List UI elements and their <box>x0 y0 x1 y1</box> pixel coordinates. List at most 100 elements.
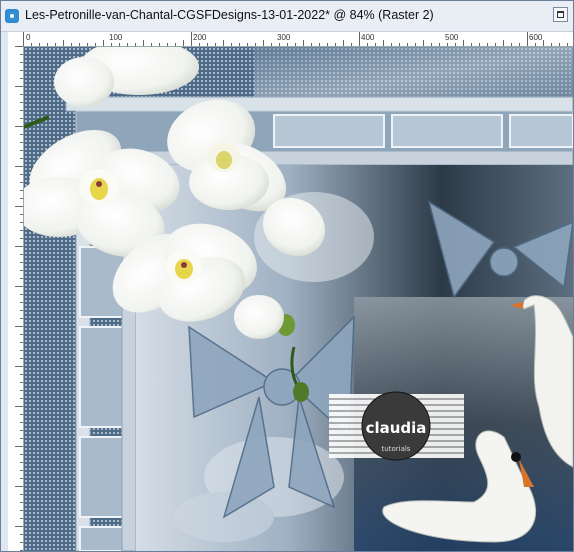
ruler-tick <box>119 43 120 46</box>
ruler-tick <box>20 118 23 119</box>
maximize-button[interactable] <box>553 7 568 22</box>
ruler-tick <box>23 32 24 46</box>
image-canvas[interactable]: claudia tutorials <box>24 47 573 551</box>
ruler-tick <box>15 86 23 87</box>
ruler-tick <box>143 40 144 46</box>
ruler-tick <box>479 43 480 46</box>
ruler-tick <box>20 54 23 55</box>
ruler-tick <box>343 40 344 46</box>
ruler-tick <box>15 526 23 527</box>
ruler-tick <box>20 262 23 263</box>
ruler-tick <box>455 43 456 46</box>
ruler-tick <box>20 342 23 343</box>
ruler-tick <box>20 534 23 535</box>
watermark-logo: claudia tutorials <box>329 391 464 461</box>
ruler-tick <box>20 182 23 183</box>
ruler-tick <box>159 43 160 46</box>
ruler-tick <box>527 32 528 46</box>
ruler-tick <box>20 302 23 303</box>
ruler-tick <box>20 174 23 175</box>
ruler-tick <box>20 470 23 471</box>
ruler-tick <box>20 518 23 519</box>
ruler-tick <box>551 43 552 46</box>
ruler-tick <box>20 238 23 239</box>
ruler-tick <box>351 43 352 46</box>
ruler-tick <box>20 134 23 135</box>
ruler-tick <box>447 43 448 46</box>
ruler-tick <box>55 43 56 46</box>
ruler-tick <box>20 374 23 375</box>
ruler-tick <box>15 446 23 447</box>
ruler-tick <box>20 494 23 495</box>
watermark-text: claudia <box>366 419 427 437</box>
ruler-tick <box>439 43 440 46</box>
ruler-tick <box>367 43 368 46</box>
ruler-tick <box>20 158 23 159</box>
ruler-tick <box>20 294 23 295</box>
ruler-tick <box>487 43 488 46</box>
ruler-tick <box>20 414 23 415</box>
ruler-tick <box>543 40 544 46</box>
ruler-tick <box>20 198 23 199</box>
ruler-tick <box>271 43 272 46</box>
ruler-tick <box>20 142 23 143</box>
ruler-tick <box>127 43 128 46</box>
ruler-tick <box>15 486 23 487</box>
ruler-tick <box>279 43 280 46</box>
ruler-tick <box>20 230 23 231</box>
ruler-tick <box>39 43 40 46</box>
ruler-tick <box>20 190 23 191</box>
ruler-tick <box>495 43 496 46</box>
ruler-tick <box>20 110 23 111</box>
top-tile-row <box>273 114 573 148</box>
ruler-tick <box>559 43 560 46</box>
ruler-tick <box>20 510 23 511</box>
ruler-tick <box>359 32 360 46</box>
ruler-tick <box>223 40 224 46</box>
horizontal-ruler: 0 100 200 300 400 500 600 <box>23 32 573 47</box>
ruler-tick <box>535 43 536 46</box>
image-window: Les-Petronille-van-Chantal-CGSFDesigns-1… <box>0 0 574 552</box>
ruler-tick <box>20 550 23 551</box>
ruler-tick <box>471 43 472 46</box>
ruler-tick <box>391 43 392 46</box>
ruler-tick <box>20 502 23 503</box>
ruler-tick <box>31 43 32 46</box>
watermark-subtext: tutorials <box>382 445 411 453</box>
ruler-tick <box>511 43 512 46</box>
title-bar[interactable]: Les-Petronille-van-Chantal-CGSFDesigns-1… <box>1 1 573 32</box>
ruler-label-300: 300 <box>277 33 291 42</box>
ruler-label-400: 400 <box>361 33 375 42</box>
ruler-tick <box>20 382 23 383</box>
ruler-tick <box>207 43 208 46</box>
ruler-tick <box>20 270 23 271</box>
ruler-tick <box>255 43 256 46</box>
frame-top-bar <box>65 96 573 112</box>
ruler-tick <box>20 254 23 255</box>
ruler-label-500: 500 <box>445 33 459 42</box>
ruler-tick <box>215 43 216 46</box>
ruler-tick <box>407 43 408 46</box>
ruler-tick <box>95 43 96 46</box>
ruler-tick <box>20 438 23 439</box>
ruler-tick <box>303 40 304 46</box>
ruler-tick <box>20 214 23 215</box>
ruler-label-600: 600 <box>529 33 543 42</box>
ruler-corner <box>8 32 24 47</box>
window-left-edge <box>1 32 8 551</box>
ruler-tick <box>20 78 23 79</box>
ruler-tick <box>327 43 328 46</box>
ruler-tick <box>167 43 168 46</box>
ruler-tick <box>431 43 432 46</box>
ruler-tick <box>287 43 288 46</box>
ruler-tick <box>151 43 152 46</box>
ruler-tick <box>519 43 520 46</box>
ruler-tick <box>463 40 464 46</box>
ruler-tick <box>20 318 23 319</box>
ruler-tick <box>263 40 264 46</box>
ruler-tick <box>20 334 23 335</box>
ruler-tick <box>15 246 23 247</box>
ruler-tick <box>20 310 23 311</box>
canvas-artwork: claudia tutorials <box>24 47 573 551</box>
ruler-tick <box>199 43 200 46</box>
